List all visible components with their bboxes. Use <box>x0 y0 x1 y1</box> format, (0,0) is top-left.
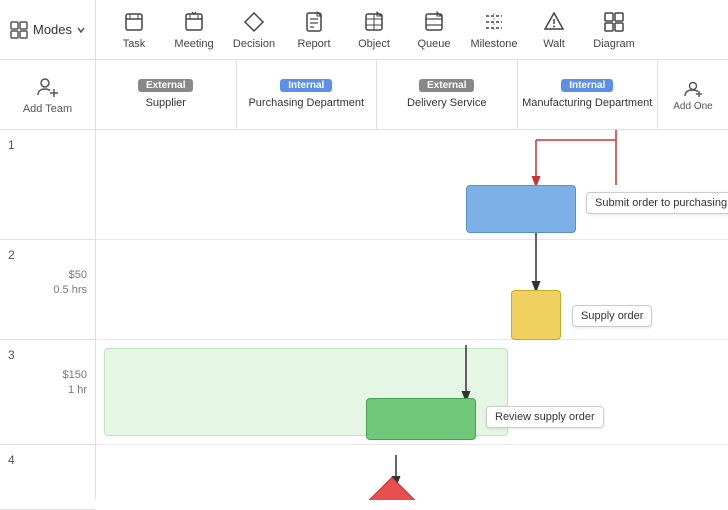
modes-button[interactable]: Modes <box>0 0 96 60</box>
purchasing-name: Purchasing Department <box>248 96 364 110</box>
tool-diagram[interactable]: Diagram <box>584 0 644 60</box>
row-4-num: 4 <box>8 453 15 467</box>
tool-object[interactable]: Object <box>344 0 404 60</box>
diagram-rows: Submit order to purchasing dept. Supply … <box>96 130 728 500</box>
tool-meeting[interactable]: Meeting <box>164 0 224 60</box>
row-1-gutter: 1 <box>0 130 95 240</box>
add-team-label: Add Team <box>23 103 72 115</box>
meeting-icon <box>182 10 206 34</box>
supplier-badge: External <box>138 79 193 92</box>
manufacturing-name: Manufacturing Department <box>522 96 652 110</box>
report-icon <box>302 10 326 34</box>
tool-object-label: Object <box>358 38 390 50</box>
team-purchasing: Internal Purchasing Department <box>237 60 378 129</box>
submit-order-label: Submit order to purchasing dept. <box>586 192 728 214</box>
tool-task-label: Task <box>123 38 146 50</box>
diagram-canvas: External Supplier Internal Purchasing De… <box>96 60 728 500</box>
modes-label: Modes <box>33 22 72 37</box>
app-container: Modes Task <box>0 0 728 500</box>
row-3-num: 3 <box>8 348 15 362</box>
submit-order-shape[interactable] <box>466 185 576 233</box>
tool-milestone-label: Milestone <box>470 38 517 50</box>
toolbar: Modes Task <box>0 0 728 60</box>
team-manufacturing: Internal Manufacturing Department <box>518 60 659 129</box>
row-2-num: 2 <box>8 248 15 262</box>
supply-order-label: Supply order <box>572 305 652 327</box>
supplier-name: Supplier <box>146 96 186 110</box>
delivery-badge: External <box>419 79 474 92</box>
row-gutter: Add Team 1 2 $500.5 hrs 3 $1501 hr 4 <box>0 60 96 500</box>
row-2-cost: $500.5 hrs <box>8 268 87 299</box>
tool-diagram-label: Diagram <box>593 38 635 50</box>
tool-queue[interactable]: Queue <box>404 0 464 60</box>
gutter-header-spacer: Add Team <box>0 60 95 130</box>
diagram-row-1 <box>96 130 728 240</box>
manufacturing-badge: Internal <box>561 79 613 92</box>
decision-icon <box>242 10 266 34</box>
add-team-button[interactable]: Add Team <box>0 60 95 129</box>
add-one-label: Add One <box>673 101 712 112</box>
team-delivery: External Delivery Service <box>377 60 518 129</box>
diagram-icon <box>602 10 626 34</box>
row-3-gutter: 3 $1501 hr <box>0 340 95 445</box>
tool-walt-label: Walt <box>543 38 565 50</box>
supply-order-shape[interactable] <box>511 290 561 340</box>
tool-decision-label: Decision <box>233 38 275 50</box>
delivery-name: Delivery Service <box>407 96 486 110</box>
object-icon <box>362 10 386 34</box>
add-one-button[interactable]: Add One <box>658 60 728 129</box>
tool-decision[interactable]: Decision <box>224 0 284 60</box>
row-3-cost: $1501 hr <box>8 368 87 399</box>
row-1-num: 1 <box>8 138 15 152</box>
diagram-row-4 <box>96 445 728 500</box>
main-area: Add Team 1 2 $500.5 hrs 3 $1501 hr 4 <box>0 60 728 500</box>
row-4-gutter: 4 <box>0 445 95 510</box>
tool-walt[interactable]: Walt <box>524 0 584 60</box>
tool-task[interactable]: Task <box>104 0 164 60</box>
review-supply-shape[interactable] <box>366 398 476 440</box>
row-2-gutter: 2 $500.5 hrs <box>0 240 95 340</box>
decision-diamond-shape[interactable] <box>372 485 412 500</box>
purchasing-badge: Internal <box>280 79 332 92</box>
queue-icon <box>422 10 446 34</box>
milestone-icon <box>482 10 506 34</box>
tool-queue-label: Queue <box>417 38 450 50</box>
walt-icon <box>542 10 566 34</box>
tool-milestone[interactable]: Milestone <box>464 0 524 60</box>
task-icon <box>122 10 146 34</box>
team-supplier: External Supplier <box>96 60 237 129</box>
toolbar-tools: Task Meeting <box>96 0 728 60</box>
tool-report-label: Report <box>297 38 330 50</box>
team-headers: External Supplier Internal Purchasing De… <box>96 60 728 130</box>
tool-report[interactable]: Report <box>284 0 344 60</box>
review-supply-label: Review supply order <box>486 406 604 428</box>
tool-meeting-label: Meeting <box>174 38 213 50</box>
